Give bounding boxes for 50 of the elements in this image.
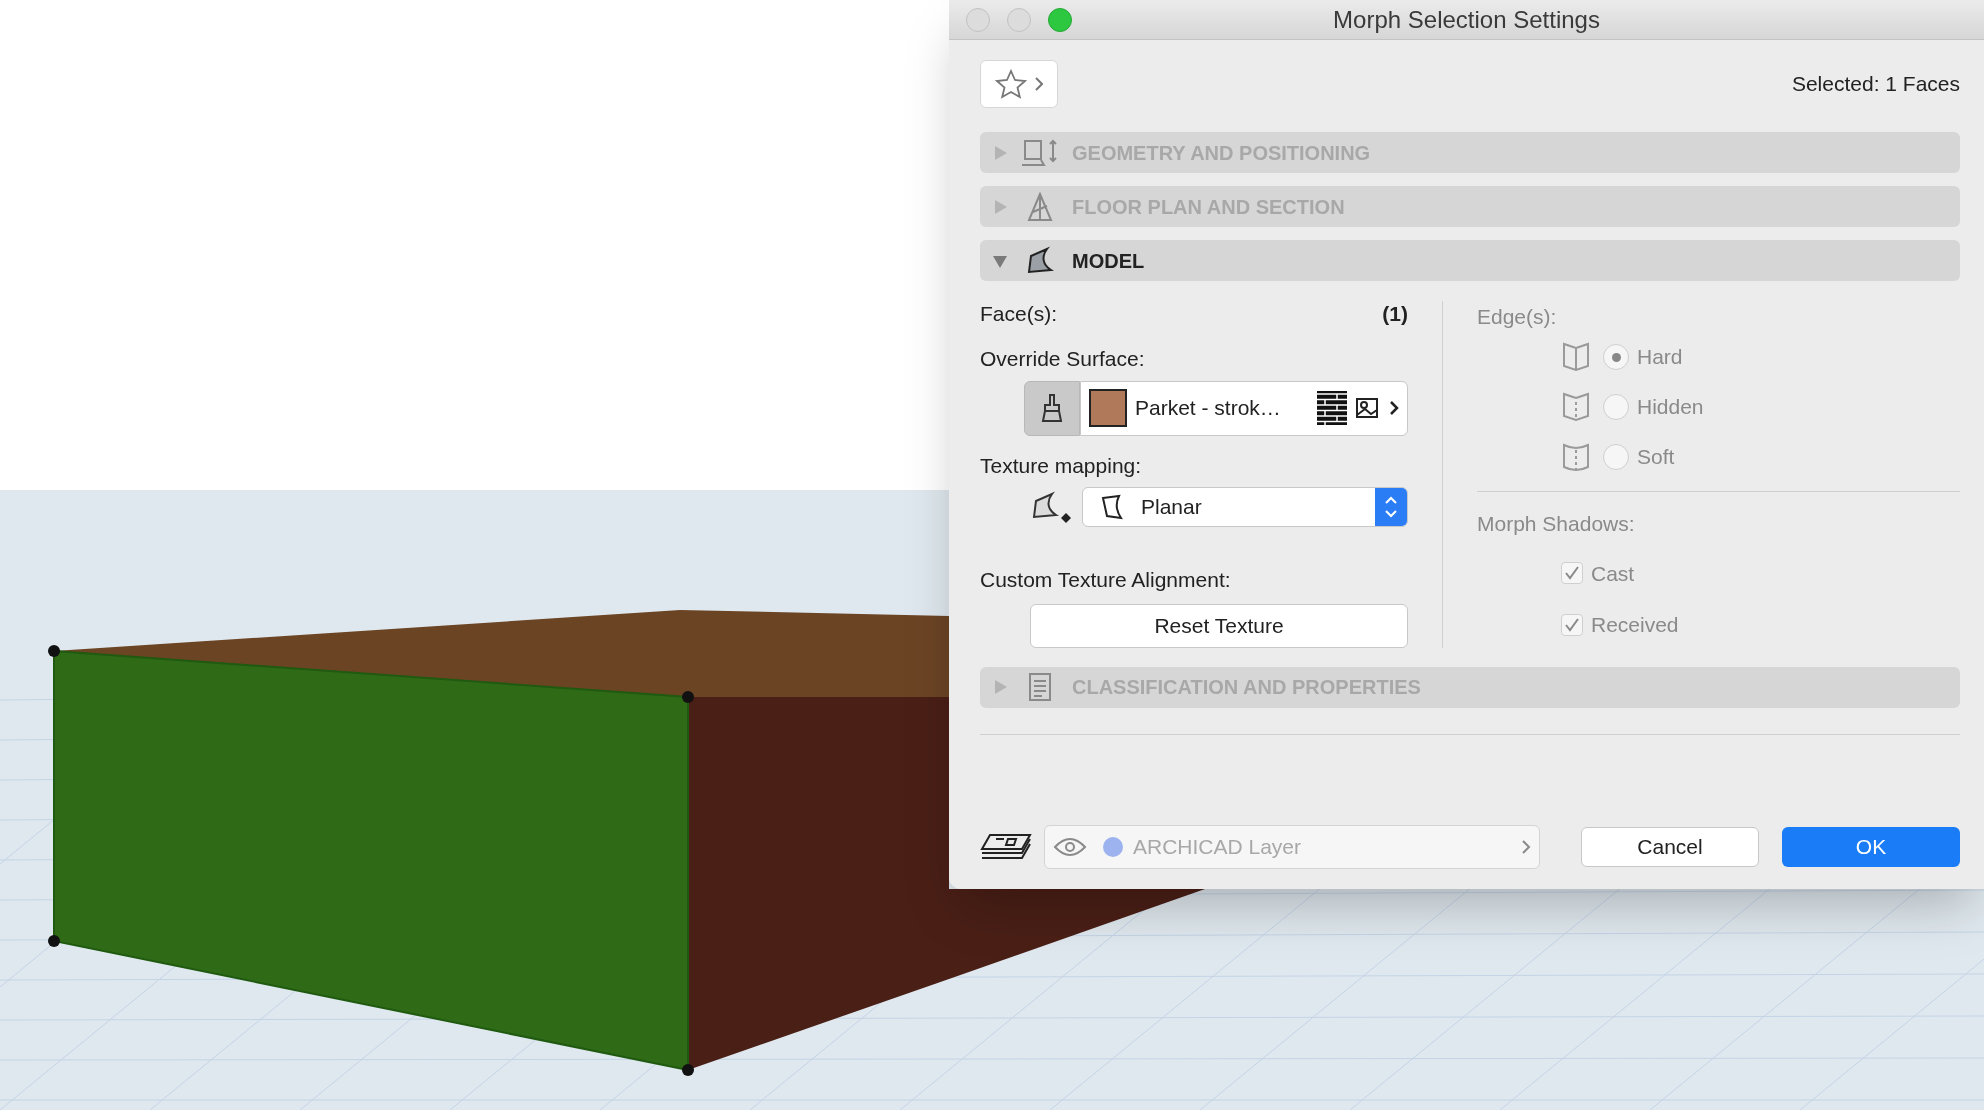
- reset-texture-button[interactable]: Reset Texture: [1030, 603, 1408, 648]
- zoom-window-button[interactable]: [1048, 8, 1072, 32]
- surface-picker[interactable]: Parket - strok…: [1080, 380, 1408, 436]
- sail-icon: [1025, 191, 1055, 222]
- edge-option-label: Hard: [1637, 344, 1683, 371]
- panel-title: MODEL: [1072, 248, 1145, 274]
- geometry-icon: [1021, 137, 1059, 168]
- surface-swatch: [1089, 389, 1127, 427]
- eye-icon: [1053, 836, 1087, 858]
- edge-option-label: Soft: [1637, 444, 1675, 471]
- chevron-right-icon: [1035, 77, 1043, 91]
- surface-name: Parket - strok…: [1135, 395, 1282, 422]
- faces-count: (1): [1382, 301, 1408, 328]
- ok-button[interactable]: OK: [1782, 827, 1960, 867]
- chevron-right-icon: [1521, 839, 1531, 855]
- chevron-right-icon: [1389, 400, 1399, 416]
- cancel-button[interactable]: Cancel: [1581, 827, 1759, 867]
- favorites-button[interactable]: [980, 60, 1058, 108]
- triangle-right-icon: [992, 198, 1008, 215]
- layer-globe-icon: [1103, 837, 1123, 857]
- up-down-arrows-icon: [1384, 495, 1398, 519]
- curved-book-icon: [1561, 442, 1591, 472]
- texture-mapping-label: Texture mapping:: [980, 452, 1143, 479]
- brick-pattern-icon: [1317, 391, 1347, 425]
- shadow-option-label: Cast: [1591, 560, 1635, 587]
- shadow-option-label: Received: [1591, 612, 1679, 638]
- panel-header[interactable]: MODEL: [980, 240, 1960, 281]
- edge-option-label: Hidden: [1637, 394, 1704, 421]
- morph-shadows-label: Morph Shadows:: [1477, 511, 1636, 537]
- document-icon: [1028, 672, 1052, 702]
- triangle-right-icon: [992, 144, 1008, 161]
- texture-mapping-dropdown[interactable]: Planar: [1082, 487, 1408, 527]
- texture-mapping-icon: [1030, 491, 1074, 523]
- layer-name: ARCHICAD Layer: [1133, 834, 1303, 861]
- custom-texture-alignment-label: Custom Texture Alignment:: [980, 567, 1232, 593]
- book-icon: [1561, 342, 1591, 372]
- faces-label: Face(s):: [980, 301, 1057, 328]
- curved-surface-icon: [1025, 245, 1055, 276]
- triangle-right-icon: [992, 679, 1008, 695]
- edges-label: Edge(s):: [1477, 304, 1558, 327]
- star-icon: [995, 68, 1027, 100]
- book-dashed-icon: [1561, 392, 1591, 422]
- texture-mapping-value: Planar: [1141, 494, 1203, 521]
- brush-icon: [1039, 393, 1065, 423]
- selection-info: Selected: 1 Faces: [1791, 71, 1960, 98]
- window-title: Morph Selection Settings: [1333, 4, 1600, 35]
- paint-brush-button[interactable]: [1024, 380, 1080, 436]
- override-surface-label: Override Surface:: [980, 346, 1146, 372]
- planar-icon: [1101, 494, 1123, 520]
- image-icon: [1355, 395, 1381, 421]
